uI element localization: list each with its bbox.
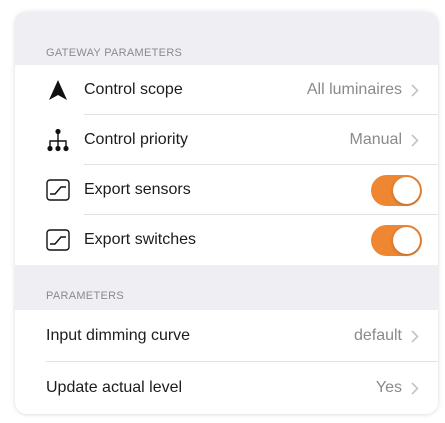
row-input-dimming-curve[interactable]: Input dimming curve default: [15, 310, 438, 362]
section-header-parameters: PARAMETERS: [46, 290, 124, 302]
hierarchy-icon: [46, 128, 70, 152]
update-actual-level-value: Yes: [375, 379, 402, 396]
export-sensors-toggle[interactable]: [371, 174, 422, 206]
curve-icon: [46, 178, 70, 202]
row-update-actual-level[interactable]: Update actual level Yes: [15, 362, 438, 414]
curve-icon: [46, 228, 70, 252]
input-dimming-curve-value: default: [353, 327, 402, 344]
settings-panel: GATEWAY PARAMETERS Control scope All lum…: [15, 12, 438, 414]
control-scope-label: Control scope: [84, 81, 183, 98]
control-priority-value: Manual: [349, 131, 402, 148]
update-actual-level-label: Update actual level: [46, 379, 183, 396]
toggle-knob: [393, 176, 420, 204]
control-priority-label: Control priority: [84, 131, 189, 148]
control-scope-value: All luminaires: [306, 81, 402, 98]
row-control-priority[interactable]: Control priority Manual: [15, 115, 438, 165]
export-switches-toggle[interactable]: [371, 224, 422, 256]
chevron-right-icon: [410, 82, 420, 98]
export-sensors-label: Export sensors: [84, 181, 191, 198]
input-dimming-curve-label: Input dimming curve: [46, 327, 191, 344]
export-switches-label: Export switches: [84, 231, 197, 248]
toggle-knob: [393, 226, 420, 254]
row-export-switches: Export switches: [15, 215, 438, 265]
row-export-sensors: Export sensors: [15, 165, 438, 215]
arrow-up-icon: [46, 78, 70, 102]
chevron-right-icon: [410, 328, 420, 344]
gateway-parameters-group: Control scope All luminaires Control pri…: [15, 65, 438, 265]
chevron-right-icon: [410, 132, 420, 148]
row-control-scope[interactable]: Control scope All luminaires: [15, 65, 438, 115]
parameters-group: Input dimming curve default Update actua…: [15, 310, 438, 414]
section-header-gateway-parameters: GATEWAY PARAMETERS: [46, 47, 183, 59]
chevron-right-icon: [410, 380, 420, 396]
